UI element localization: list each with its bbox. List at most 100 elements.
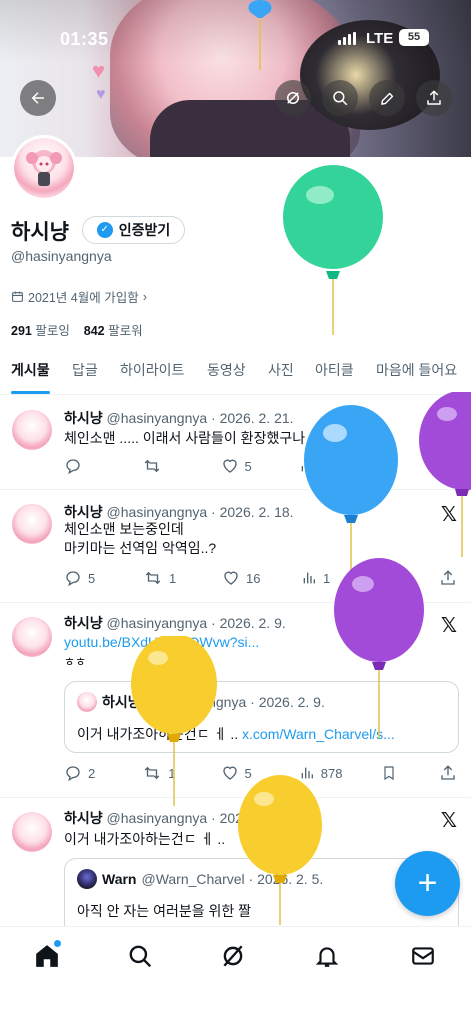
verified-badge-icon: ✓ [96,222,113,238]
share-button[interactable] [416,80,452,116]
x-logo-icon: 𝕏 [440,808,457,832]
share-tweet-button[interactable] [439,569,459,587]
tweet-author[interactable]: 하시냥 [64,615,103,631]
tweet-avatar[interactable] [12,504,52,544]
status-bar: 01:35 LTE 55 [0,0,471,76]
tweet-text: 이거 내가조아하는건ㄷ ㅔ .. [64,831,226,847]
joined-date[interactable]: 2021년 4월에 가입함 › [11,287,147,306]
repost-button[interactable]: 1 [143,569,183,587]
tab-posts[interactable]: 게시물 [11,351,50,395]
bookmark-button[interactable] [381,764,401,782]
following-link[interactable]: 291 팔로잉 [11,324,70,338]
pen-icon [380,92,393,105]
reply-icon [66,766,80,782]
profile-tabs: 게시물 답글 하이라이트 동영상 사진 아티클 마음에 들어요 [0,351,471,395]
back-arrow-icon [31,92,44,104]
views-icon [303,572,315,584]
profile-avatar[interactable] [11,135,77,201]
followers-count: 842 [83,324,105,338]
reply-icon [66,571,80,587]
quote-avatar [77,869,97,889]
balloon-decoration [419,392,471,557]
grok-button[interactable] [275,80,311,116]
messages-icon [412,947,434,965]
balloon-decoration [131,636,217,806]
balloon-decoration [283,165,383,335]
tab-highlights[interactable]: 하이라이트 [120,351,184,395]
share-tweet-button[interactable] [439,764,459,782]
profile-name: 하시냥 [11,221,69,244]
profile-handle: @hasinyangnya [11,248,112,264]
tweet-author[interactable]: 하시냥 [64,410,103,426]
tweet-text: 체인소맨 ..... 이래서 사람들이 환장했구나 [64,430,306,446]
edit-button[interactable] [369,80,405,116]
nav-home[interactable] [32,940,62,971]
joined-text: 2021년 4월에 가입함 [28,291,139,305]
tweet[interactable]: 하시냥 @hasinyangnya · 2026. 2. 9. 𝕏 이거 내가조… [0,798,471,938]
chevron-right-icon: › [142,289,148,304]
search-button[interactable] [322,80,358,116]
reply-button[interactable]: 2 [64,764,104,782]
repost-icon [145,459,160,473]
like-button[interactable]: 16 [222,569,262,587]
tweet-text: 체인소맨 보는중인데 마키마는 선역임 악역임..? [64,521,217,556]
nav-explore[interactable] [125,941,155,971]
nav-messages[interactable] [408,941,438,971]
search-icon [333,91,348,106]
unread-dot [54,940,61,947]
x-logo-icon: 𝕏 [440,613,457,637]
tweet-actions: 5 224 [64,456,459,476]
grok-icon [287,92,299,104]
tweet[interactable]: 하시냥 @hasinyangnya · 2026. 2. 21. 𝕏 체인소맨 … [0,396,471,490]
balloon-decoration [248,0,272,70]
tweet-avatar[interactable] [12,410,52,450]
get-verified-button[interactable]: ✓ 인증받기 [82,216,185,244]
like-icon [222,766,237,780]
tweet-text: ㅎㅎ [64,655,87,669]
network-type: LTE [366,30,394,47]
status-time: 01:35 [60,29,109,49]
tab-videos[interactable]: 동영상 [207,351,246,395]
tab-articles[interactable]: 아티클 [315,351,354,395]
repost-icon [145,571,161,585]
signal-icon [338,32,356,45]
tweet-avatar[interactable] [12,812,52,852]
tweet-meta: @hasinyangnya · 2026. 2. 21. [106,410,294,426]
tweet-meta: @hasinyangnya · 2026. 2. 18. [106,504,294,520]
tweet-avatar[interactable] [12,617,52,657]
repost-button[interactable] [142,457,182,475]
battery-indicator: 55 [399,29,429,46]
balloon-decoration [334,558,424,738]
quote-text: 아직 안 자는 여러분을 위한 짤 [77,903,252,919]
tweet-author[interactable]: 하시냥 [64,810,103,826]
reply-icon [66,459,80,475]
quote-avatar [77,692,97,712]
tab-replies[interactable]: 답글 [72,351,98,395]
balloon-decoration [238,775,322,925]
tab-photos[interactable]: 사진 [268,351,294,395]
following-count: 291 [11,324,32,338]
reply-button[interactable]: 5 [64,569,104,587]
share-icon [441,765,455,780]
share-icon [441,570,455,585]
like-button[interactable]: 5 [221,457,261,475]
like-icon [224,571,238,585]
bookmark-icon [384,766,394,781]
followers-link[interactable]: 842 팔로워 [84,324,143,338]
search-icon [129,945,152,968]
nav-notifications[interactable] [312,941,342,971]
share-icon [427,90,441,105]
tweet-meta: @hasinyangnya · 2026. 2. 9. [106,615,286,631]
bottom-navigation [0,926,471,1024]
compose-button[interactable]: + [395,851,460,916]
follow-stats: 291 팔로잉 842 팔로워 [11,320,143,339]
grok-icon [223,945,243,967]
back-button[interactable] [20,80,56,116]
reply-button[interactable] [64,457,104,475]
balloon-decoration [304,405,398,570]
get-verified-label: 인증받기 [118,222,171,238]
tab-likes[interactable]: 마음에 들어요 [376,351,457,395]
nav-grok[interactable] [218,941,248,971]
notification-bell-icon [315,947,339,967]
tweet-author[interactable]: 하시냥 [64,504,103,520]
